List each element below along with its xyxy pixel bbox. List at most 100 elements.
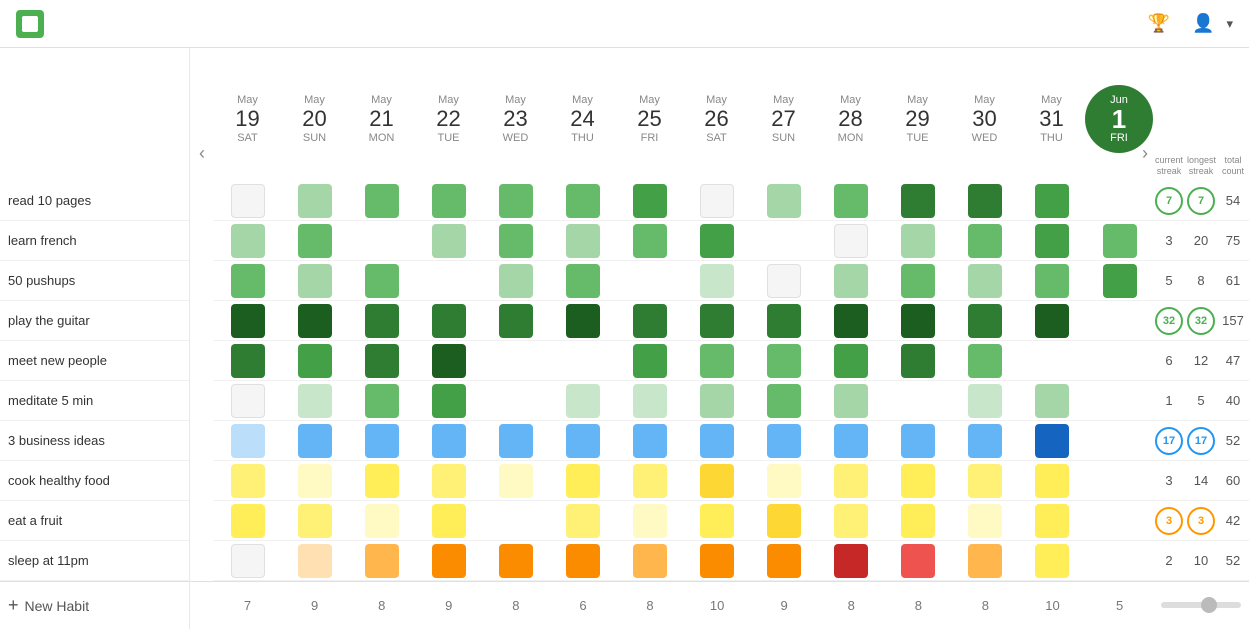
grid-cell[interactable] (214, 541, 281, 581)
grid-cell[interactable] (1086, 221, 1153, 261)
grid-cell[interactable] (952, 421, 1019, 461)
grid-cell[interactable] (281, 301, 348, 341)
grid-cell[interactable] (684, 341, 751, 381)
grid-cell[interactable] (1019, 421, 1086, 461)
grid-cell[interactable] (214, 421, 281, 461)
grid-cell[interactable] (214, 181, 281, 221)
grid-cell[interactable] (684, 221, 751, 261)
grid-cell[interactable] (684, 461, 751, 501)
grid-cell[interactable] (818, 421, 885, 461)
grid-cell[interactable] (482, 181, 549, 221)
grid-cell[interactable] (684, 421, 751, 461)
grid-cell[interactable] (751, 301, 818, 341)
grid-cell[interactable] (616, 461, 683, 501)
grid-cell[interactable] (214, 461, 281, 501)
grid-cell[interactable] (952, 501, 1019, 541)
grid-cell[interactable] (885, 501, 952, 541)
grid-cell[interactable] (549, 341, 616, 381)
grid-cell[interactable] (684, 301, 751, 341)
grid-cell[interactable] (818, 461, 885, 501)
grid-cell[interactable] (952, 261, 1019, 301)
grid-cell[interactable] (751, 541, 818, 581)
grid-cell[interactable] (751, 221, 818, 261)
grid-cell[interactable] (1019, 301, 1086, 341)
grid-cell[interactable] (751, 461, 818, 501)
grid-cell[interactable] (415, 501, 482, 541)
grid-cell[interactable] (1019, 381, 1086, 421)
grid-cell[interactable] (482, 301, 549, 341)
grid-cell[interactable] (348, 261, 415, 301)
grid-cell[interactable] (549, 421, 616, 461)
grid-cell[interactable] (684, 381, 751, 421)
grid-cell[interactable] (549, 301, 616, 341)
grid-cell[interactable] (885, 381, 952, 421)
grid-cell[interactable] (616, 501, 683, 541)
grid-cell[interactable] (952, 341, 1019, 381)
grid-cell[interactable] (684, 261, 751, 301)
grid-cell[interactable] (885, 181, 952, 221)
grid-cell[interactable] (952, 541, 1019, 581)
grid-cell[interactable] (616, 261, 683, 301)
grid-cell[interactable] (549, 381, 616, 421)
grid-cell[interactable] (482, 541, 549, 581)
grid-cell[interactable] (616, 221, 683, 261)
grid-cell[interactable] (616, 381, 683, 421)
grid-cell[interactable] (684, 541, 751, 581)
grid-cell[interactable] (348, 381, 415, 421)
grid-cell[interactable] (616, 301, 683, 341)
grid-cell[interactable] (818, 541, 885, 581)
next-arrow[interactable]: › (1133, 133, 1157, 173)
grid-cell[interactable] (281, 221, 348, 261)
grid-cell[interactable] (885, 301, 952, 341)
grid-cell[interactable] (1086, 461, 1153, 501)
new-habit-button[interactable]: + New Habit (8, 595, 89, 616)
grid-cell[interactable] (549, 221, 616, 261)
grid-cell[interactable] (549, 541, 616, 581)
grid-cell[interactable] (348, 541, 415, 581)
grid-cell[interactable] (952, 301, 1019, 341)
grid-cell[interactable] (348, 421, 415, 461)
grid-cell[interactable] (214, 341, 281, 381)
grid-cell[interactable] (818, 181, 885, 221)
grid-cell[interactable] (348, 341, 415, 381)
grid-cell[interactable] (684, 501, 751, 541)
grid-cell[interactable] (1086, 501, 1153, 541)
grid-cell[interactable] (885, 341, 952, 381)
grid-cell[interactable] (482, 421, 549, 461)
grid-cell[interactable] (415, 541, 482, 581)
grid-cell[interactable] (751, 341, 818, 381)
grid-cell[interactable] (214, 381, 281, 421)
grid-cell[interactable] (214, 501, 281, 541)
grid-cell[interactable] (281, 501, 348, 541)
grid-cell[interactable] (1086, 541, 1153, 581)
slider-thumb[interactable] (1201, 597, 1217, 613)
grid-cell[interactable] (1086, 381, 1153, 421)
grid-cell[interactable] (1019, 181, 1086, 221)
grid-cell[interactable] (348, 181, 415, 221)
grid-cell[interactable] (348, 221, 415, 261)
grid-cell[interactable] (1019, 541, 1086, 581)
grid-cell[interactable] (818, 301, 885, 341)
grid-cell[interactable] (482, 221, 549, 261)
grid-cell[interactable] (818, 261, 885, 301)
grid-cell[interactable] (415, 181, 482, 221)
new-habit-footer[interactable]: + New Habit (0, 581, 189, 629)
grid-cell[interactable] (415, 381, 482, 421)
grid-cell[interactable] (818, 501, 885, 541)
grid-cell[interactable] (214, 301, 281, 341)
grid-cell[interactable] (818, 381, 885, 421)
grid-cell[interactable] (1086, 181, 1153, 221)
grid-cell[interactable] (415, 301, 482, 341)
grid-cell[interactable] (1019, 341, 1086, 381)
grid-cell[interactable] (885, 541, 952, 581)
grid-cell[interactable] (952, 221, 1019, 261)
grid-cell[interactable] (415, 421, 482, 461)
grid-cell[interactable] (1086, 421, 1153, 461)
grid-cell[interactable] (482, 501, 549, 541)
grid-cell[interactable] (281, 421, 348, 461)
grid-cell[interactable] (549, 261, 616, 301)
prev-arrow[interactable]: ‹ (190, 133, 214, 173)
grid-cell[interactable] (415, 461, 482, 501)
grid-cell[interactable] (281, 261, 348, 301)
grid-cell[interactable] (482, 381, 549, 421)
